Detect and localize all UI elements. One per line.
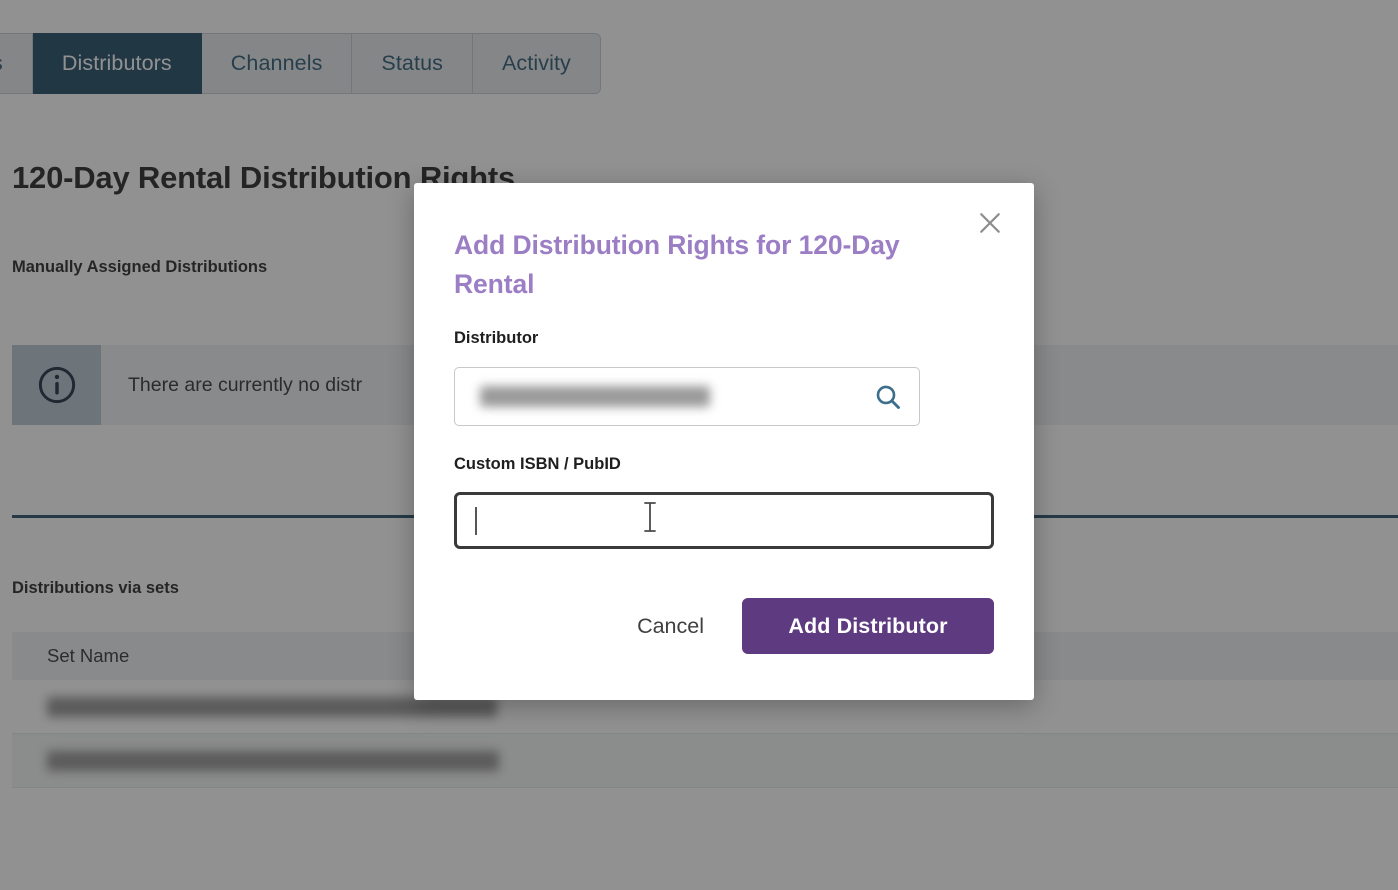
dialog-actions: Cancel Add Distributor: [454, 598, 994, 654]
distributor-value-redacted: [480, 386, 710, 407]
custom-isbn-field-label: Custom ISBN / PubID: [454, 455, 621, 473]
search-icon[interactable]: [873, 382, 903, 412]
cancel-button[interactable]: Cancel: [633, 604, 708, 649]
distributor-search-field[interactable]: [454, 367, 920, 426]
screen-root: s Distributors Channels Status Activity …: [0, 0, 1398, 890]
dialog-title: Add Distribution Rights for 120-Day Rent…: [454, 230, 900, 299]
distributor-search-input[interactable]: [480, 386, 863, 407]
add-distribution-rights-dialog: Add Distribution Rights for 120-Day Rent…: [414, 183, 1034, 700]
close-icon: [980, 213, 1000, 233]
text-caret: [475, 506, 477, 535]
custom-isbn-input[interactable]: [454, 492, 994, 549]
add-distributor-button[interactable]: Add Distributor: [742, 598, 994, 654]
close-dialog-button[interactable]: [970, 203, 1010, 243]
distributor-field-label: Distributor: [454, 329, 539, 347]
